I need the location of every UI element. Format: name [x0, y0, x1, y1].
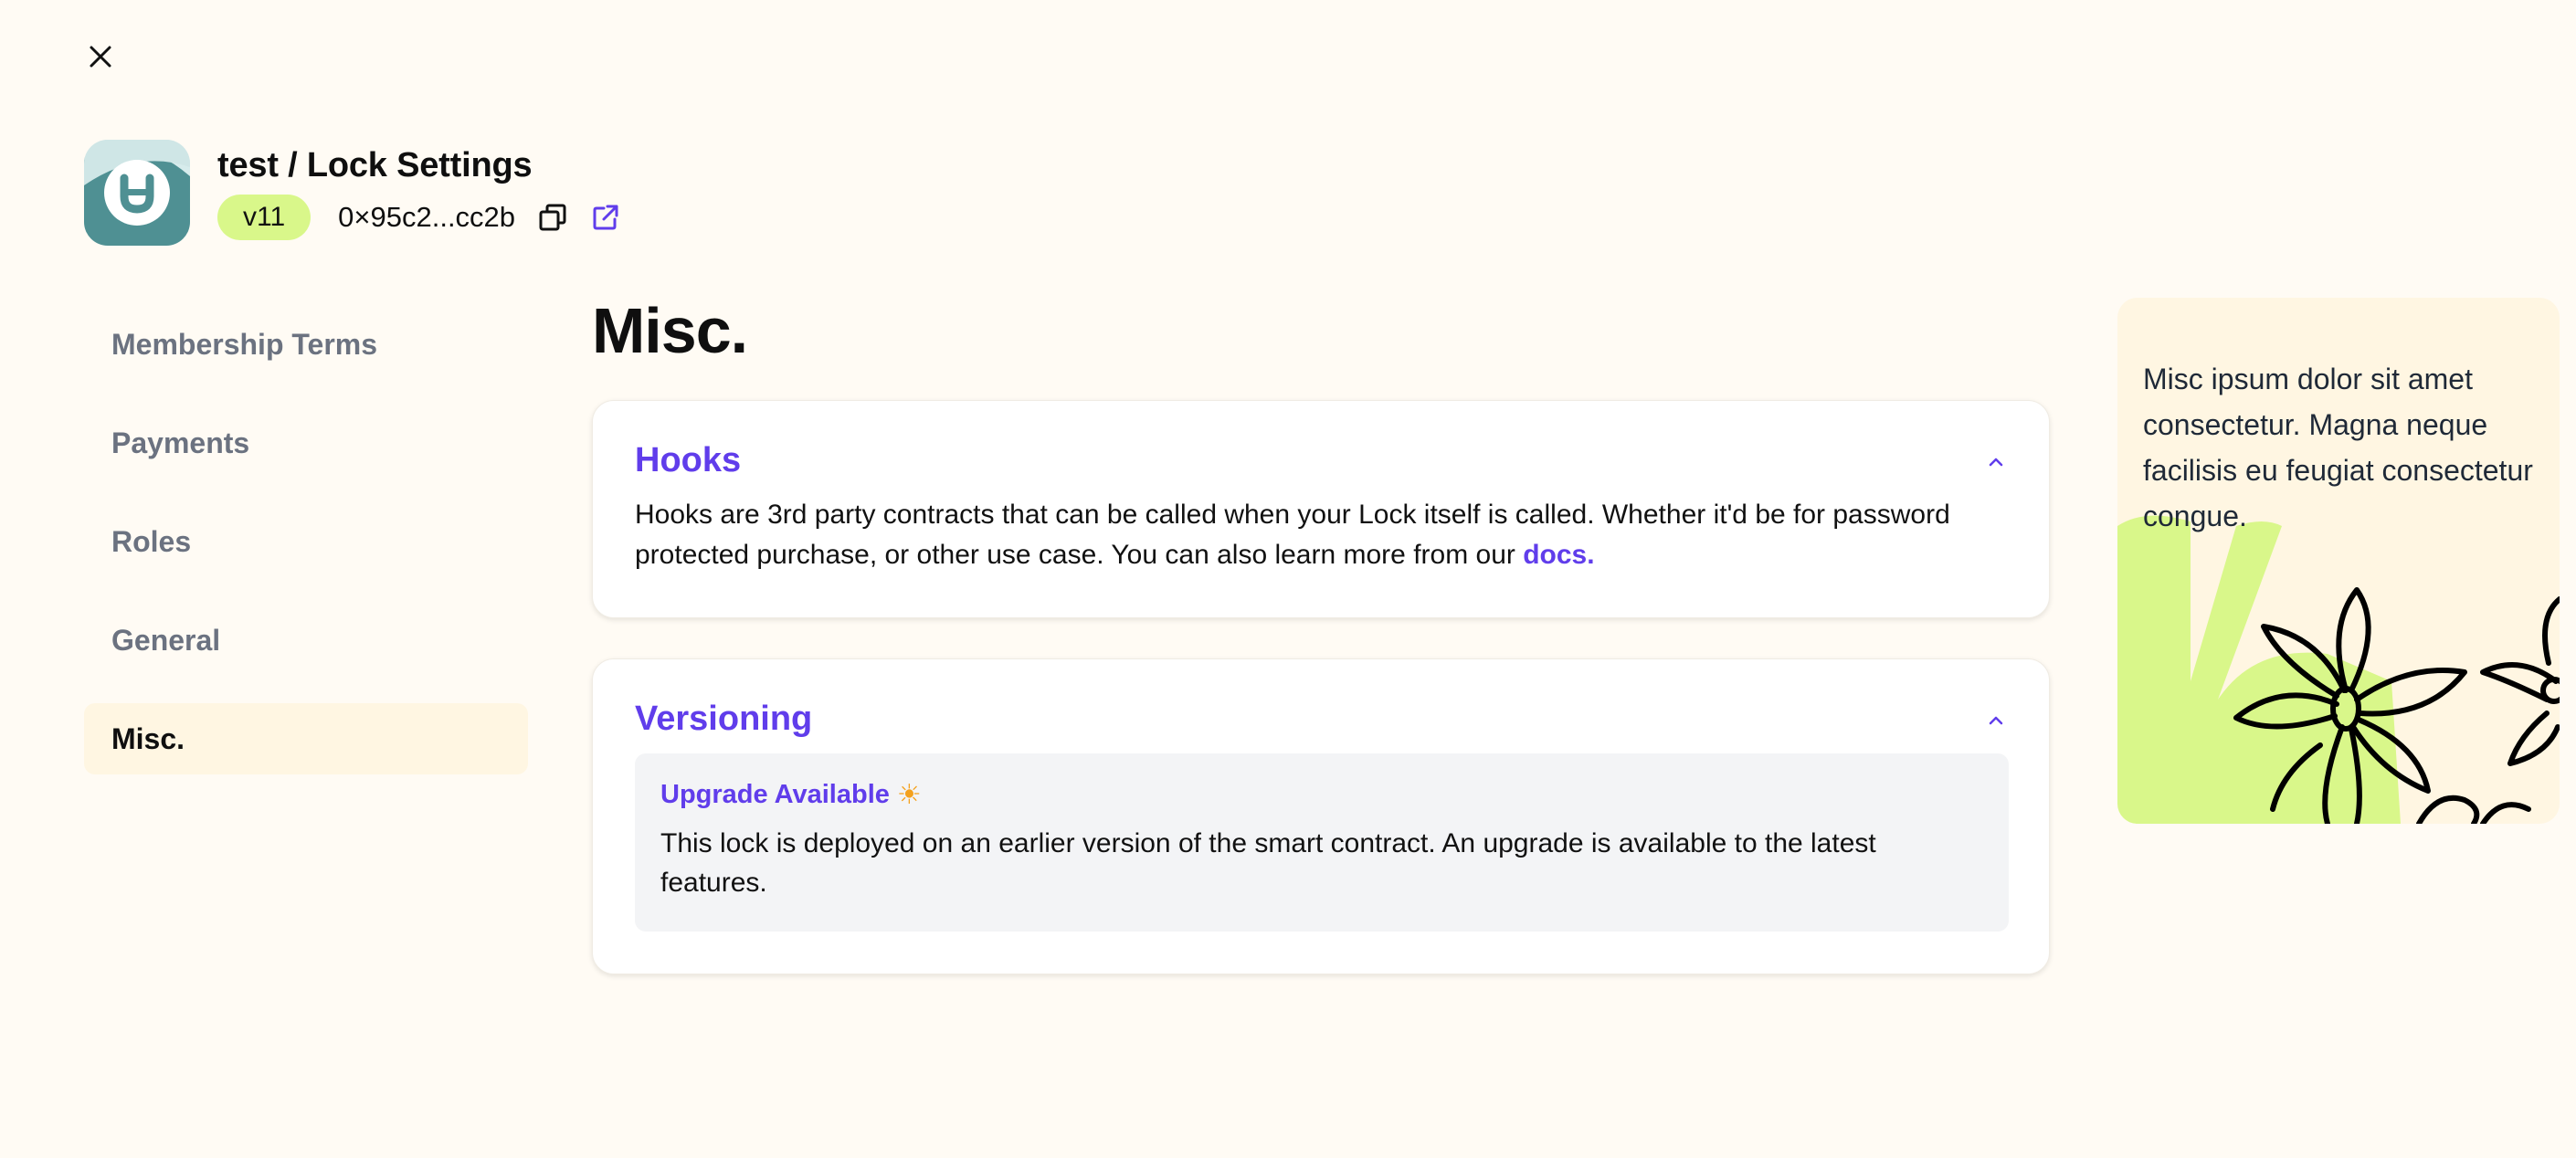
- sidebar-item-label: General: [111, 623, 221, 657]
- hooks-card: Hooks Hooks are 3rd party contracts that…: [592, 400, 2050, 618]
- sidebar-item-general[interactable]: General: [84, 605, 528, 676]
- copy-icon: [539, 204, 566, 230]
- external-link-icon: [593, 205, 618, 229]
- copy-address-button[interactable]: [535, 200, 570, 235]
- sidebar-item-payments[interactable]: Payments: [84, 407, 528, 479]
- chevron-up-icon[interactable]: [1983, 711, 2009, 729]
- hooks-description: Hooks are 3rd party contracts that can b…: [635, 495, 2009, 575]
- versioning-title: Versioning: [635, 700, 813, 738]
- sidebar-item-misc[interactable]: Misc.: [84, 703, 528, 774]
- close-icon: [90, 46, 111, 68]
- sidebar-item-label: Misc.: [111, 721, 185, 755]
- sidebar-item-label: Membership Terms: [111, 327, 378, 361]
- sidebar-item-label: Roles: [111, 524, 192, 558]
- close-button[interactable]: [84, 40, 117, 73]
- sidebar-item-label: Payments: [111, 426, 250, 459]
- page-header-title: test / Lock Settings: [217, 145, 533, 184]
- versioning-card-header[interactable]: Versioning: [635, 700, 2009, 739]
- docs-link[interactable]: docs.: [1523, 540, 1594, 570]
- chevron-up-icon[interactable]: [1983, 452, 2009, 470]
- upgrade-title: Upgrade Available: [660, 780, 890, 809]
- info-panel: Misc ipsum dolor sit amet consectetur. M…: [2117, 298, 2560, 824]
- section-title: Misc.: [592, 295, 748, 366]
- upgrade-title-row: Upgrade Available ☀: [660, 779, 1983, 811]
- main-content: Misc. Hooks Hooks are 3rd party contract…: [592, 292, 2050, 1015]
- upgrade-notice: Upgrade Available ☀ This lock is deploye…: [635, 753, 2009, 932]
- lock-logo-icon: [84, 140, 190, 246]
- sidebar-item-roles[interactable]: Roles: [84, 506, 528, 577]
- upgrade-text: This lock is deployed on an earlier vers…: [660, 828, 1876, 898]
- hooks-card-header[interactable]: Hooks: [635, 441, 2009, 480]
- settings-sidebar: Membership Terms Payments Roles General …: [84, 309, 528, 802]
- lock-address: 0×95c2...cc2b: [338, 200, 516, 233]
- hooks-title: Hooks: [635, 441, 742, 479]
- lock-header: test / Lock Settings v11 0×95c2...cc2b: [84, 140, 641, 246]
- hooks-text: Hooks are 3rd party contracts that can b…: [635, 500, 1950, 570]
- sidebar-item-membership-terms[interactable]: Membership Terms: [84, 309, 528, 380]
- info-panel-text: Misc ipsum dolor sit amet consectetur. M…: [2143, 363, 2533, 532]
- external-link-button[interactable]: [588, 200, 623, 235]
- versioning-card: Versioning Upgrade Available ☀ This lock…: [592, 658, 2050, 974]
- version-badge: v11: [217, 194, 311, 240]
- sun-icon: ☀: [896, 780, 922, 810]
